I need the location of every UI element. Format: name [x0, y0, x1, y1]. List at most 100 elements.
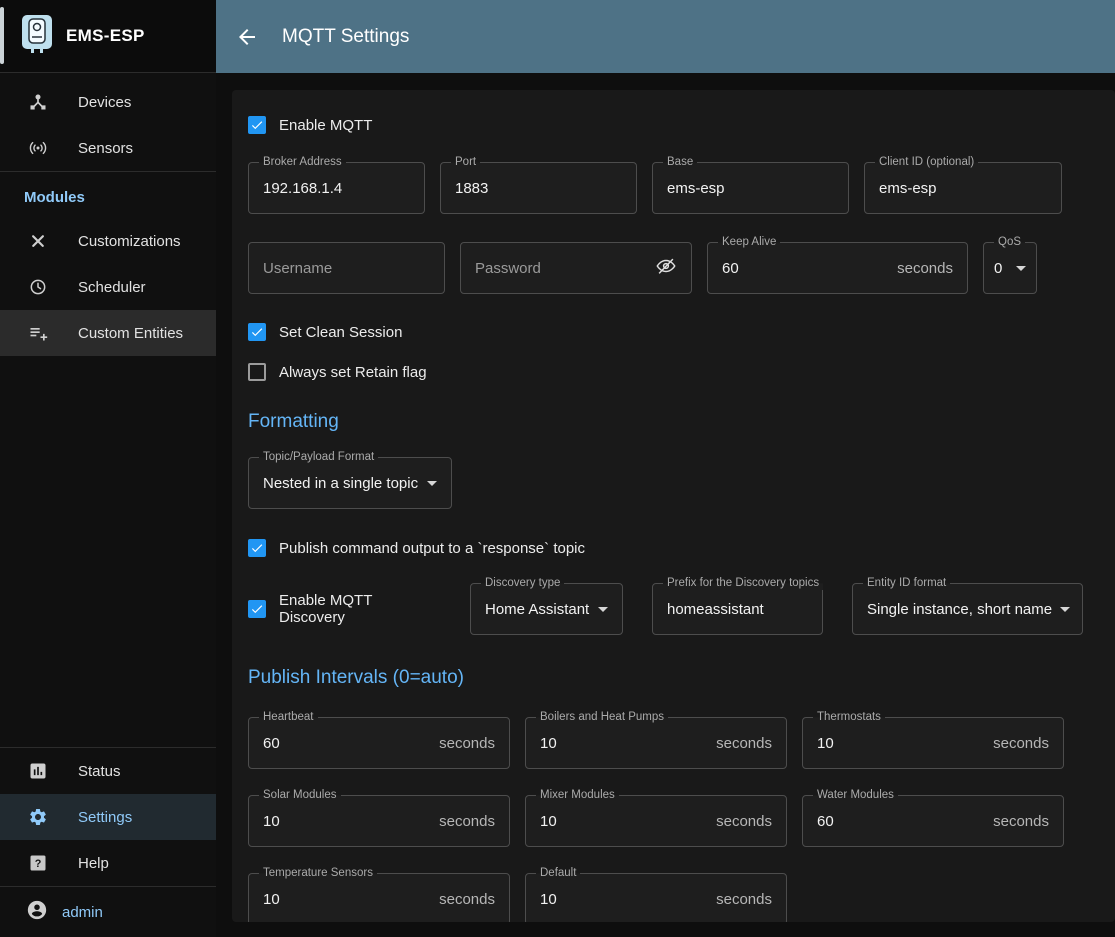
broker-address-field[interactable]: Broker Address [248, 162, 425, 214]
solar-interval-field[interactable]: Solar Modules seconds [248, 795, 510, 847]
temperature-interval-field[interactable]: Temperature Sensors seconds [248, 873, 510, 922]
app-logo-icon [22, 15, 52, 58]
app-logo-area: EMS-ESP [0, 0, 216, 73]
publish-intervals-heading: Publish Intervals (0=auto) [248, 667, 1085, 689]
sidebar-spacer [0, 356, 216, 747]
sidebar-item-status[interactable]: Status [0, 748, 216, 794]
keep-alive-field[interactable]: Keep Alive seconds [707, 242, 968, 294]
field-label: Broker Address [259, 156, 346, 169]
field-label: Thermostats [813, 711, 885, 724]
boilers-interval-input[interactable] [540, 735, 708, 752]
topic-format-select[interactable]: Topic/Payload Format Nested in a single … [248, 457, 452, 509]
sidebar-item-label: Custom Entities [78, 325, 183, 342]
chevron-down-icon [427, 481, 437, 486]
field-suffix: seconds [993, 735, 1049, 752]
sidebar-item-customizations[interactable]: Customizations [0, 218, 216, 264]
base-field[interactable]: Base [652, 162, 849, 214]
content-area: Enable MQTT Broker Address Port Base [216, 73, 1115, 937]
water-interval-input[interactable] [817, 813, 985, 830]
sidebar-item-custom-entities[interactable]: Custom Entities [0, 310, 216, 356]
broker-row: Broker Address Port Base Client ID (opti… [248, 162, 1085, 214]
checkbox-icon [248, 539, 266, 557]
checkbox-label: Set Clean Session [279, 324, 402, 341]
password-field[interactable] [460, 242, 692, 294]
sidebar-item-help[interactable]: ? Help [0, 840, 216, 886]
sidebar-item-label: Scheduler [78, 279, 146, 296]
enable-discovery-checkbox[interactable]: Enable MQTT Discovery [248, 592, 441, 626]
main-area: MQTT Settings Enable MQTT Broker Address… [216, 0, 1115, 937]
sidebar-nav: Devices Sensors [0, 73, 216, 171]
sidebar-item-label: Customizations [78, 233, 181, 250]
construction-icon [28, 231, 48, 251]
temperature-interval-input[interactable] [263, 891, 431, 908]
port-input[interactable] [455, 180, 622, 197]
topic-format-row: Topic/Payload Format Nested in a single … [248, 457, 1085, 509]
sidebar-item-label: Devices [78, 94, 131, 111]
field-label: Default [536, 867, 580, 880]
field-label: Entity ID format [863, 577, 950, 590]
username-field[interactable] [248, 242, 445, 294]
visibility-off-icon[interactable] [655, 255, 677, 282]
settings-card: Enable MQTT Broker Address Port Base [232, 90, 1115, 922]
sidebar-item-settings[interactable]: Settings [0, 794, 216, 840]
default-interval-input[interactable] [540, 891, 708, 908]
discovery-prefix-input[interactable] [667, 601, 808, 618]
field-label: Boilers and Heat Pumps [536, 711, 668, 724]
sidebar-user[interactable]: admin [0, 887, 216, 937]
solar-interval-input[interactable] [263, 813, 431, 830]
thermostats-interval-field[interactable]: Thermostats seconds [802, 717, 1064, 769]
retain-flag-checkbox[interactable]: Always set Retain flag [248, 363, 427, 381]
sidebar-item-label: Sensors [78, 140, 133, 157]
field-label: Client ID (optional) [875, 156, 978, 169]
base-input[interactable] [667, 180, 834, 197]
checkbox-label: Enable MQTT Discovery [279, 592, 441, 626]
checkbox-label: Enable MQTT [279, 117, 372, 134]
default-interval-field[interactable]: Default seconds [525, 873, 787, 922]
water-interval-field[interactable]: Water Modules seconds [802, 795, 1064, 847]
clean-session-checkbox[interactable]: Set Clean Session [248, 323, 402, 341]
enable-mqtt-checkbox[interactable]: Enable MQTT [248, 116, 372, 134]
appbar: MQTT Settings [216, 0, 1115, 73]
discovery-type-select[interactable]: Discovery type Home Assistant [470, 583, 623, 635]
qos-select[interactable]: QoS 0 [983, 242, 1037, 294]
assessment-icon [28, 761, 48, 781]
thermostats-interval-input[interactable] [817, 735, 985, 752]
sidebar-item-sensors[interactable]: Sensors [0, 125, 216, 171]
client-id-field[interactable]: Client ID (optional) [864, 162, 1062, 214]
password-input[interactable] [475, 260, 647, 277]
broker-address-input[interactable] [263, 180, 410, 197]
sidebar-item-devices[interactable]: Devices [0, 79, 216, 125]
publish-response-checkbox[interactable]: Publish command output to a `response` t… [248, 539, 585, 557]
chevron-down-icon [598, 607, 608, 612]
svg-text:?: ? [35, 858, 42, 870]
field-label: Base [663, 156, 697, 169]
sidebar-item-label: Settings [78, 809, 132, 826]
checkbox-icon [248, 116, 266, 134]
checkbox-icon [248, 600, 266, 618]
back-button[interactable] [234, 24, 260, 50]
discovery-prefix-field[interactable]: Prefix for the Discovery topics [652, 583, 823, 635]
field-label: Discovery type [481, 577, 564, 590]
field-label: QoS [994, 236, 1025, 249]
boilers-interval-field[interactable]: Boilers and Heat Pumps seconds [525, 717, 787, 769]
heartbeat-interval-input[interactable] [263, 735, 431, 752]
checkbox-icon [248, 323, 266, 341]
username-input[interactable] [263, 260, 430, 277]
field-label: Mixer Modules [536, 789, 619, 802]
mixer-interval-input[interactable] [540, 813, 708, 830]
field-label: Topic/Payload Format [259, 451, 378, 464]
heartbeat-interval-field[interactable]: Heartbeat seconds [248, 717, 510, 769]
sidebar-item-scheduler[interactable]: Scheduler [0, 264, 216, 310]
discovery-type-value: Home Assistant [485, 601, 590, 618]
client-id-input[interactable] [879, 180, 1047, 197]
checkbox-label: Always set Retain flag [279, 364, 427, 381]
playlist-add-icon [28, 323, 48, 343]
intervals-grid: Heartbeat seconds Boilers and Heat Pumps… [248, 717, 1085, 922]
keep-alive-input[interactable] [722, 260, 889, 277]
port-field[interactable]: Port [440, 162, 637, 214]
sidebar: EMS-ESP Devices Se [0, 0, 216, 937]
entity-format-select[interactable]: Entity ID format Single instance, short … [852, 583, 1083, 635]
credentials-row: Keep Alive seconds QoS 0 [248, 242, 1085, 294]
mixer-interval-field[interactable]: Mixer Modules seconds [525, 795, 787, 847]
sidebar-scrollbar[interactable] [0, 7, 4, 64]
